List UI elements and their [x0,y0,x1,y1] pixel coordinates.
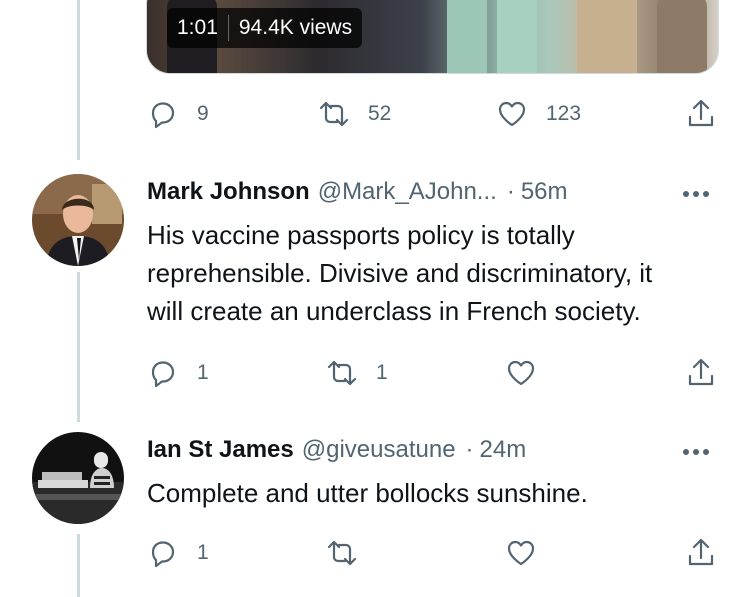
retweet-button[interactable]: 52 [318,94,391,134]
tweet-text-line: Complete and utter bollocks sunshine. [147,478,588,508]
tweet-header: Mark Johnson @Mark_AJohn... · 56m [147,178,568,206]
reply-icon [151,102,175,129]
retweet-button[interactable]: 1 [326,353,388,393]
like-icon [507,540,535,566]
like-button[interactable] [505,533,537,573]
reply-button[interactable]: 1 [147,533,209,573]
video-figure [657,0,707,73]
like-button[interactable]: 123 [496,94,581,134]
separator-dot: · [506,178,515,205]
video-figure [497,0,537,73]
more-icon [693,191,699,197]
reply-count: 1 [197,541,209,564]
retweet-icon [319,101,349,127]
like-icon [507,360,535,386]
more-icon [683,191,689,197]
reply-count: 1 [197,361,209,384]
retweet-button[interactable] [326,533,358,573]
share-icon [688,99,714,127]
tweet-header: Ian St James @giveusatune · 24m [147,436,526,464]
like-count: 123 [546,102,582,125]
tweet-text-line: reprehensible. Divisive and discriminato… [147,258,653,288]
reply-count: 9 [197,102,209,125]
share-icon [688,538,714,566]
action-bar-tweet-2: 1 [0,533,750,573]
avatar[interactable] [32,174,124,266]
tweet-text: His vaccine passports policy is totally … [147,216,717,330]
reply-button[interactable]: 1 [147,353,209,393]
avatar[interactable] [32,432,124,524]
display-name[interactable]: Ian St James [147,436,294,464]
retweet-icon [327,360,357,386]
video-views: 94.4K views [238,16,353,39]
retweet-count: 52 [368,102,392,125]
share-button[interactable] [685,353,717,393]
avatar-photo [32,432,124,524]
more-options-button[interactable] [683,191,709,197]
tweet-text-line: His vaccine passports policy is totally [147,220,575,250]
tweet-text: Complete and utter bollocks sunshine. [147,474,717,512]
video-figure [577,0,637,73]
badge-divider [227,15,229,41]
video-stats-badge: 1:01 94.4K views [167,8,363,48]
share-icon [688,358,714,386]
reply-button[interactable]: 9 [147,94,209,134]
more-icon [693,449,699,455]
separator-dot: · [465,436,474,463]
more-icon [703,191,709,197]
video-duration: 1:01 [177,16,218,39]
more-icon [703,449,709,455]
timestamp[interactable]: 24m [480,436,527,464]
video-figure [447,0,487,73]
more-options-button[interactable] [683,449,709,455]
avatar-photo [32,174,124,266]
thread-line-middle [77,272,80,422]
like-icon [498,101,526,127]
user-handle[interactable]: @Mark_AJohn... [318,178,497,206]
more-icon [683,449,689,455]
retweet-icon [327,540,357,566]
like-button[interactable] [505,353,537,393]
user-handle[interactable]: @giveusatune [302,436,456,464]
share-button[interactable] [685,94,717,134]
thread-line-top [77,0,80,160]
timestamp[interactable]: 56m [521,178,568,206]
retweet-count: 1 [376,361,388,384]
action-bar-original: 9 52 123 [0,94,750,134]
display-name[interactable]: Mark Johnson [147,178,310,206]
action-bar-tweet-1: 1 1 [0,353,750,393]
reply-icon [151,361,175,388]
tweet-text-line: will create an underclass in French soci… [147,296,641,326]
share-button[interactable] [685,533,717,573]
reply-icon [151,541,175,568]
